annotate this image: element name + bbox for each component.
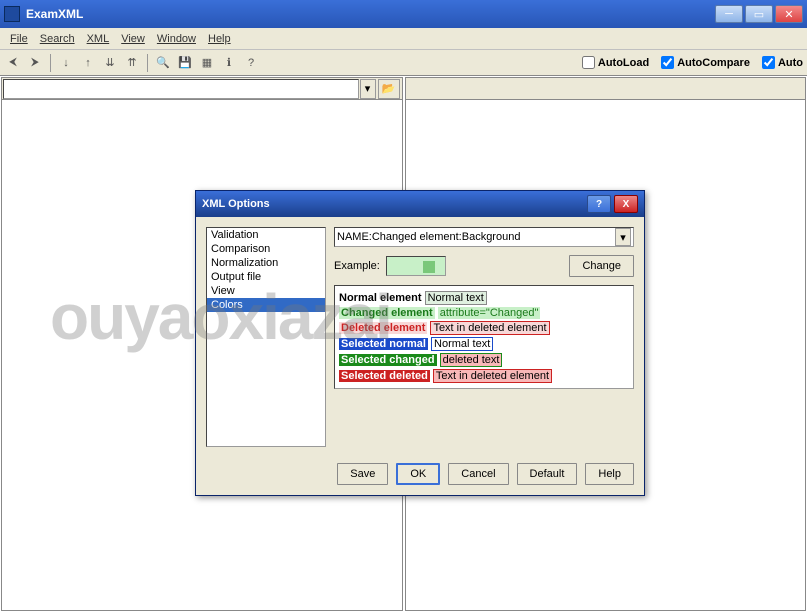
preview-changed-attr: attribute="Changed" [438,307,541,319]
dialog-title: XML Options [202,198,584,210]
menu-view[interactable]: View [115,31,151,47]
dialog-button-row: Save OK Cancel Default Help [196,457,644,495]
preview-seldel-text: Text in deleted element [433,369,552,383]
close-button[interactable]: ✕ [775,5,803,23]
arrow-up-icon[interactable]: ↑ [79,54,97,72]
minimize-button[interactable]: ─ [715,5,743,23]
color-preview-panel: Normal element Normal text Changed eleme… [334,285,634,389]
menu-window[interactable]: Window [151,31,202,47]
collapse-left-icon[interactable]: ⮜ [4,54,22,72]
dialog-close-button[interactable]: X [614,195,638,213]
xml-options-dialog: XML Options ? X Validation Comparison No… [195,190,645,496]
color-target-combo[interactable]: NAME:Changed element:Background ▾ [334,227,634,247]
tab-validation[interactable]: Validation [207,228,325,242]
tab-view[interactable]: View [207,284,325,298]
left-path-dropdown[interactable]: ▾ [360,79,376,99]
example-label: Example: [334,260,380,272]
help-icon[interactable]: ? [242,54,260,72]
separator [147,54,148,72]
preview-selchg-text: deleted text [440,353,503,367]
expand-right-icon[interactable]: ⮞ [26,54,44,72]
toolbar: ⮜ ⮞ ↓ ↑ ⇊ ⇈ 🔍 💾 ▦ ℹ ? AutoLoad AutoCompa… [0,50,807,76]
tab-colors[interactable]: Colors [207,298,325,312]
arrow-down-icon[interactable]: ↓ [57,54,75,72]
menu-search[interactable]: Search [34,31,81,47]
default-button[interactable]: Default [517,463,578,485]
preview-changed-label: Changed element [339,307,435,319]
save-icon[interactable]: 💾 [176,54,194,72]
preview-seldel-label: Selected deleted [339,370,430,382]
dialog-help-button[interactable]: ? [587,195,611,213]
tab-output-file[interactable]: Output file [207,270,325,284]
app-icon [4,6,20,22]
preview-selnorm-label: Selected normal [339,338,428,350]
preview-deleted-text: Text in deleted element [430,321,549,335]
left-path-input[interactable] [3,79,359,99]
grid-icon[interactable]: ▦ [198,54,216,72]
change-button[interactable]: Change [569,255,634,277]
info-icon[interactable]: ℹ [220,54,238,72]
search-icon[interactable]: 🔍 [154,54,172,72]
menu-help[interactable]: Help [202,31,237,47]
menu-xml[interactable]: XML [81,31,116,47]
chevron-down-icon[interactable]: ▾ [615,228,631,246]
menu-file[interactable]: File [4,31,34,47]
preview-normal-text: Normal text [425,291,487,305]
help-button[interactable]: Help [585,463,634,485]
left-open-button[interactable]: 📂 [378,79,400,99]
double-down-icon[interactable]: ⇊ [101,54,119,72]
combo-value: NAME:Changed element:Background [337,231,615,243]
cancel-button[interactable]: Cancel [448,463,508,485]
preview-selchg-label: Selected changed [339,354,437,366]
separator [50,54,51,72]
ok-button[interactable]: OK [396,463,440,485]
save-button[interactable]: Save [337,463,388,485]
preview-normal-label: Normal element [339,292,422,304]
window-titlebar: ExamXML ─ ▭ ✕ [0,0,807,28]
tab-comparison[interactable]: Comparison [207,242,325,256]
folder-open-icon: 📂 [382,82,396,95]
double-up-icon[interactable]: ⇈ [123,54,141,72]
left-pathbar: ▾ 📂 [2,78,402,100]
options-category-list[interactable]: Validation Comparison Normalization Outp… [206,227,326,447]
preview-deleted-label: Deleted element [339,322,427,334]
right-pathbar [406,78,806,100]
preview-selnorm-text: Normal text [431,337,493,351]
color-swatch [386,256,446,276]
auto3-checkbox[interactable]: Auto [762,56,803,69]
app-title: ExamXML [26,7,713,21]
maximize-button[interactable]: ▭ [745,5,773,23]
tab-normalization[interactable]: Normalization [207,256,325,270]
autocompare-checkbox[interactable]: AutoCompare [661,56,750,69]
menubar: File Search XML View Window Help [0,28,807,50]
autoload-checkbox[interactable]: AutoLoad [582,56,649,69]
dialog-titlebar: XML Options ? X [196,191,644,217]
